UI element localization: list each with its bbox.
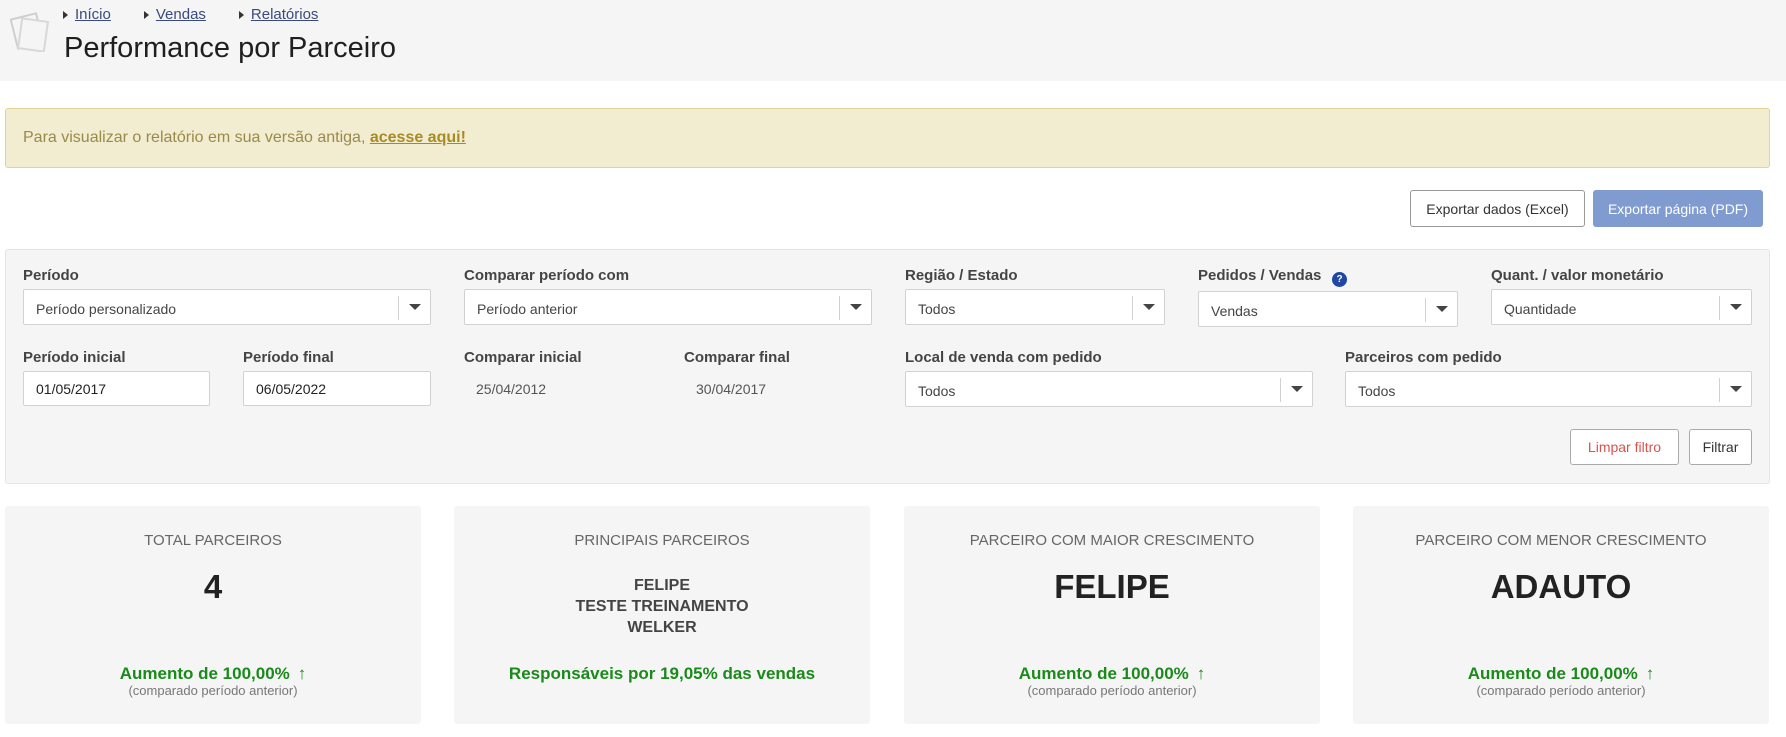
chevron-down-icon — [1425, 298, 1457, 322]
periodo-inicial-input[interactable] — [23, 371, 210, 406]
card-value: FELIPE — [1054, 568, 1170, 605]
arrow-up-icon: ↑ — [297, 664, 307, 683]
chevron-down-icon — [398, 296, 430, 320]
card-stat: Aumento de 100,00% ↑ — [5, 664, 421, 684]
list-item: FELIPE — [633, 577, 690, 594]
periodo-select-value: Período personalizado — [36, 301, 177, 317]
comparar-final-label: Comparar final — [684, 349, 790, 366]
breadcrumb-item-vendas: Vendas — [143, 6, 206, 23]
card-subtitle: (comparado período anterior) — [128, 683, 298, 698]
maior-crescimento-card: PARCEIRO COM MAIOR CRESCIMENTO FELIPE Au… — [904, 506, 1320, 724]
arrow-up-icon: ↑ — [1645, 664, 1655, 683]
comparar-label: Comparar período com — [464, 267, 630, 284]
comparar-select[interactable]: Período anterior — [464, 289, 872, 325]
breadcrumb-item-relatorios: Relatórios — [238, 6, 319, 23]
card-title: PRINCIPAIS PARCEIROS — [574, 532, 750, 549]
caret-right-icon — [238, 10, 244, 19]
parceiros-select-value: Todos — [1358, 383, 1396, 399]
page-header: Início Vendas Relatórios Performance por… — [0, 0, 1786, 81]
card-stat-text: Aumento de 100,00% — [1018, 664, 1189, 683]
arrow-up-icon: ↑ — [1196, 664, 1206, 683]
periodo-label: Período — [23, 267, 79, 284]
chevron-down-icon — [1719, 296, 1751, 320]
card-title: PARCEIRO COM MENOR CRESCIMENTO — [1415, 532, 1707, 549]
parceiros-label: Parceiros com pedido — [1345, 349, 1502, 366]
quant-select[interactable]: Quantidade — [1491, 289, 1752, 325]
help-icon[interactable]: ? — [1332, 272, 1347, 287]
card-value: 4 — [203, 568, 223, 605]
pedidos-select[interactable]: Vendas — [1198, 291, 1458, 327]
comparar-inicial-value: 25/04/2012 — [476, 381, 547, 397]
clear-filter-button[interactable]: Limpar filtro — [1570, 429, 1679, 465]
card-title: TOTAL PARCEIROS — [144, 532, 282, 549]
regiao-select[interactable]: Todos — [905, 289, 1165, 325]
report-logo-icon — [10, 12, 50, 52]
list-item: WELKER — [627, 619, 697, 636]
breadcrumb: Início Vendas Relatórios — [63, 6, 351, 23]
breadcrumb-link-relatorios[interactable]: Relatórios — [251, 6, 319, 23]
export-excel-button[interactable]: Exportar dados (Excel) — [1410, 190, 1585, 227]
card-stat: Aumento de 100,00% ↑ — [1353, 664, 1769, 684]
quant-select-value: Quantidade — [1504, 301, 1577, 317]
chevron-down-icon — [1719, 378, 1751, 402]
menor-crescimento-card: PARCEIRO COM MENOR CRESCIMENTO ADAUTO Au… — [1353, 506, 1769, 724]
legacy-report-link[interactable]: acesse aqui! — [370, 129, 466, 146]
chevron-down-icon — [1132, 296, 1164, 320]
periodo-final-label: Período final — [243, 349, 334, 366]
chevron-down-icon — [1280, 378, 1312, 402]
chevron-down-icon — [839, 296, 871, 320]
notice-text: Para visualizar o relatório em sua versã… — [23, 129, 370, 146]
breadcrumb-item-inicio: Início — [63, 6, 111, 23]
periodo-inicial-label: Período inicial — [23, 349, 126, 366]
comparar-inicial-label: Comparar inicial — [464, 349, 582, 366]
page-title: Performance por Parceiro — [64, 32, 397, 64]
local-venda-label: Local de venda com pedido — [905, 349, 1102, 366]
card-title: PARCEIRO COM MAIOR CRESCIMENTO — [969, 532, 1255, 549]
total-parceiros-card: TOTAL PARCEIROS 4 Aumento de 100,00% ↑ (c… — [5, 506, 421, 724]
comparar-final-value: 30/04/2017 — [696, 381, 767, 397]
pedidos-label: Pedidos / Vendas — [1198, 267, 1322, 284]
caret-right-icon — [143, 10, 149, 19]
caret-right-icon — [63, 10, 68, 19]
card-stat-text: Aumento de 100,00% — [119, 664, 290, 683]
local-venda-select[interactable]: Todos — [905, 371, 1313, 407]
quant-label: Quant. / valor monetário — [1491, 267, 1664, 284]
principais-parceiros-card: PRINCIPAIS PARCEIROS FELIPE TESTE TREINA… — [454, 506, 870, 724]
card-partner-list: FELIPE TESTE TREINAMENTO WELKER — [454, 575, 870, 638]
breadcrumb-link-inicio[interactable]: Início — [75, 6, 111, 23]
filter-panel: Período Período personalizado Comparar p… — [5, 249, 1770, 484]
export-pdf-button[interactable]: Exportar página (PDF) — [1593, 190, 1763, 227]
parceiros-select[interactable]: Todos — [1345, 371, 1752, 407]
card-subtitle: (comparado período anterior) — [1476, 683, 1646, 698]
card-stat-text: Aumento de 100,00% — [1467, 664, 1638, 683]
periodo-select[interactable]: Período personalizado — [23, 289, 431, 325]
breadcrumb-link-vendas[interactable]: Vendas — [156, 6, 206, 23]
apply-filter-button[interactable]: Filtrar — [1689, 429, 1752, 465]
legacy-report-notice: Para visualizar o relatório em sua versã… — [5, 108, 1770, 168]
list-item: TESTE TREINAMENTO — [575, 598, 749, 615]
regiao-select-value: Todos — [918, 301, 956, 317]
card-value: ADAUTO — [1490, 568, 1632, 605]
card-subtitle: (comparado período anterior) — [1027, 683, 1197, 698]
card-stat: Responsáveis por 19,05% das vendas — [508, 664, 816, 683]
regiao-label: Região / Estado — [905, 267, 1018, 284]
pedidos-select-value: Vendas — [1211, 303, 1258, 319]
periodo-final-input[interactable] — [243, 371, 431, 406]
comparar-select-value: Período anterior — [477, 301, 578, 317]
card-stat: Aumento de 100,00% ↑ — [904, 664, 1320, 684]
local-venda-select-value: Todos — [918, 383, 956, 399]
